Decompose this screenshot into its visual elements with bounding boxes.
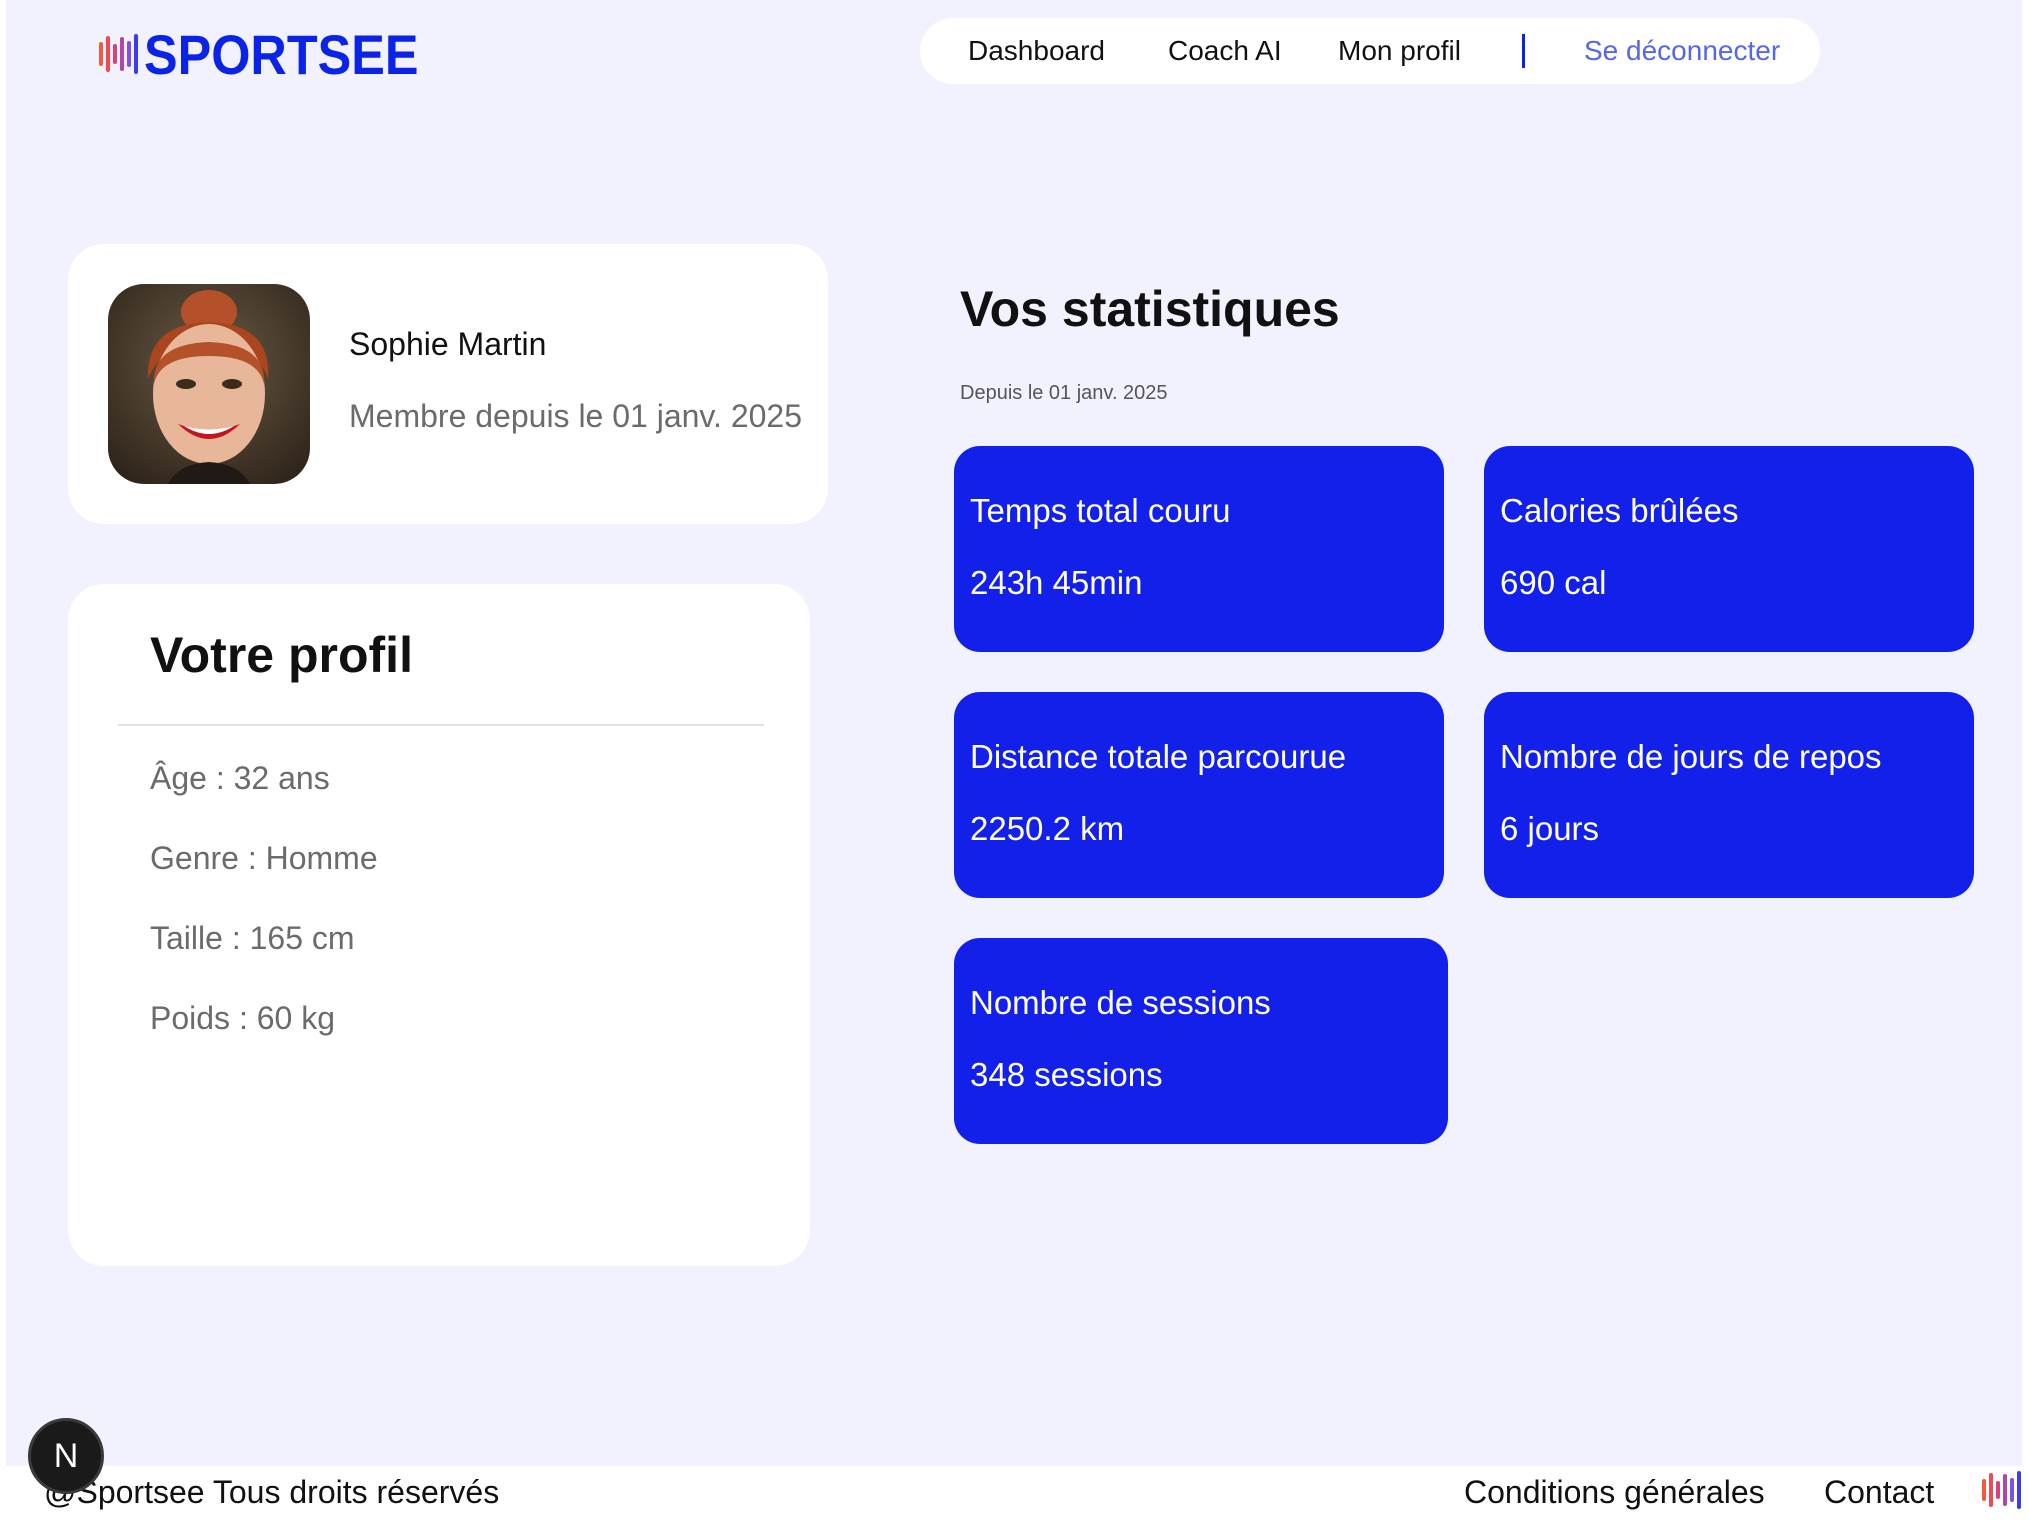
logo-text: SPORTSEE [144, 22, 419, 86]
member-since: Membre depuis le 01 janv. 2025 [349, 398, 803, 434]
avatar-photo [108, 284, 310, 484]
logo-bars-icon [99, 32, 138, 76]
stat-value: 243h 45min [970, 564, 1143, 601]
stat-label: Nombre de sessions [970, 984, 1271, 1021]
footer-copyright: @Sportsee Tous droits réservés [44, 1474, 500, 1510]
dev-tools-badge[interactable]: N [28, 1418, 104, 1494]
main-nav: Dashboard Coach AI Mon profil Se déconne… [920, 18, 1820, 84]
stat-card-running-time: Temps total couru 243h 45min [954, 446, 1444, 652]
stats-since: Depuis le 01 janv. 2025 [960, 382, 1168, 404]
footer-logo-icon [1982, 1470, 2021, 1510]
profile-divider [118, 724, 764, 726]
user-name: Sophie Martin [349, 326, 547, 362]
stat-label: Temps total couru [970, 492, 1231, 529]
profile-age: Âge : 32 ans [150, 760, 330, 796]
nav-coach-ai[interactable]: Coach AI [1168, 18, 1282, 84]
profile-title: Votre profil [150, 627, 413, 683]
profile-gender: Genre : Homme [150, 840, 378, 876]
stats-title: Vos statistiques [960, 281, 1340, 337]
avatar [108, 284, 310, 484]
stat-label: Calories brûlées [1500, 492, 1739, 529]
stat-value: 2250.2 km [970, 810, 1125, 847]
stat-value: 6 jours [1500, 810, 1600, 847]
stat-card-distance: Distance totale parcourue 2250.2 km [954, 692, 1444, 898]
stat-value: 348 sessions [970, 1056, 1163, 1093]
stat-value: 690 cal [1500, 564, 1607, 601]
nav-mon-profil[interactable]: Mon profil [1338, 18, 1461, 84]
stat-card-rest-days: Nombre de jours de repos 6 jours [1484, 692, 1974, 898]
stat-label: Nombre de jours de repos [1500, 738, 1882, 775]
nav-separator [1522, 34, 1525, 68]
stat-card-calories: Calories brûlées 690 cal [1484, 446, 1974, 652]
footer-contact-link[interactable]: Contact [1824, 1474, 1934, 1511]
nav-dashboard[interactable]: Dashboard [968, 18, 1105, 84]
logout-link[interactable]: Se déconnecter [1584, 18, 1780, 84]
profile-weight: Poids : 60 kg [150, 1000, 335, 1036]
sportsee-logo[interactable]: SPORTSEE [99, 22, 449, 86]
stat-label: Distance totale parcourue [970, 738, 1347, 775]
stat-card-sessions: Nombre de sessions 348 sessions [954, 938, 1448, 1144]
profile-height: Taille : 165 cm [150, 920, 355, 956]
footer-terms-link[interactable]: Conditions générales [1464, 1474, 1765, 1511]
